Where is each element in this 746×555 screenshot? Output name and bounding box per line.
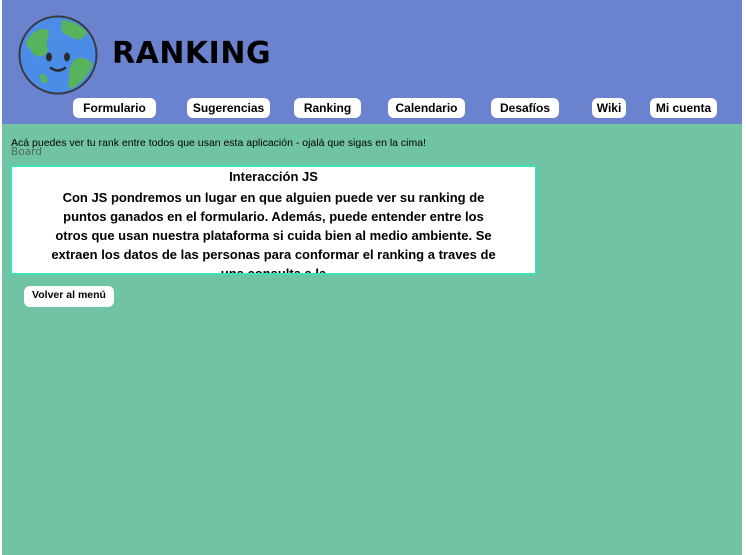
nav-ranking-button[interactable]: Ranking xyxy=(294,98,361,118)
header: RANKING Formulario Sugerencias Ranking C… xyxy=(2,0,742,124)
board-title: Interacción JS xyxy=(229,169,318,184)
nav-wiki-button[interactable]: Wiki xyxy=(592,98,626,118)
nav-desafios-button[interactable]: Desafíos xyxy=(491,98,559,118)
earth-globe-smiling-icon xyxy=(18,15,98,95)
page-title: RANKING xyxy=(112,36,272,71)
nav-formulario-button[interactable]: Formulario xyxy=(73,98,156,118)
intro-text: Acá puedes ver tu rank entre todos que u… xyxy=(11,137,427,149)
nav-calendario-button[interactable]: Calendario xyxy=(388,98,465,118)
nav-sugerencias-button[interactable]: Sugerencias xyxy=(187,98,270,118)
board-description: Con JS pondremos un lugar en que alguien… xyxy=(51,190,496,275)
page-background: RANKING Formulario Sugerencias Ranking C… xyxy=(2,0,742,555)
nav-mi-cuenta-button[interactable]: Mi cuenta xyxy=(650,98,717,118)
back-to-menu-button[interactable]: Volver al menú xyxy=(24,286,114,307)
board-label: Board xyxy=(11,146,42,158)
ranking-board: Interacción JS Con JS pondremos un lugar… xyxy=(10,165,537,275)
